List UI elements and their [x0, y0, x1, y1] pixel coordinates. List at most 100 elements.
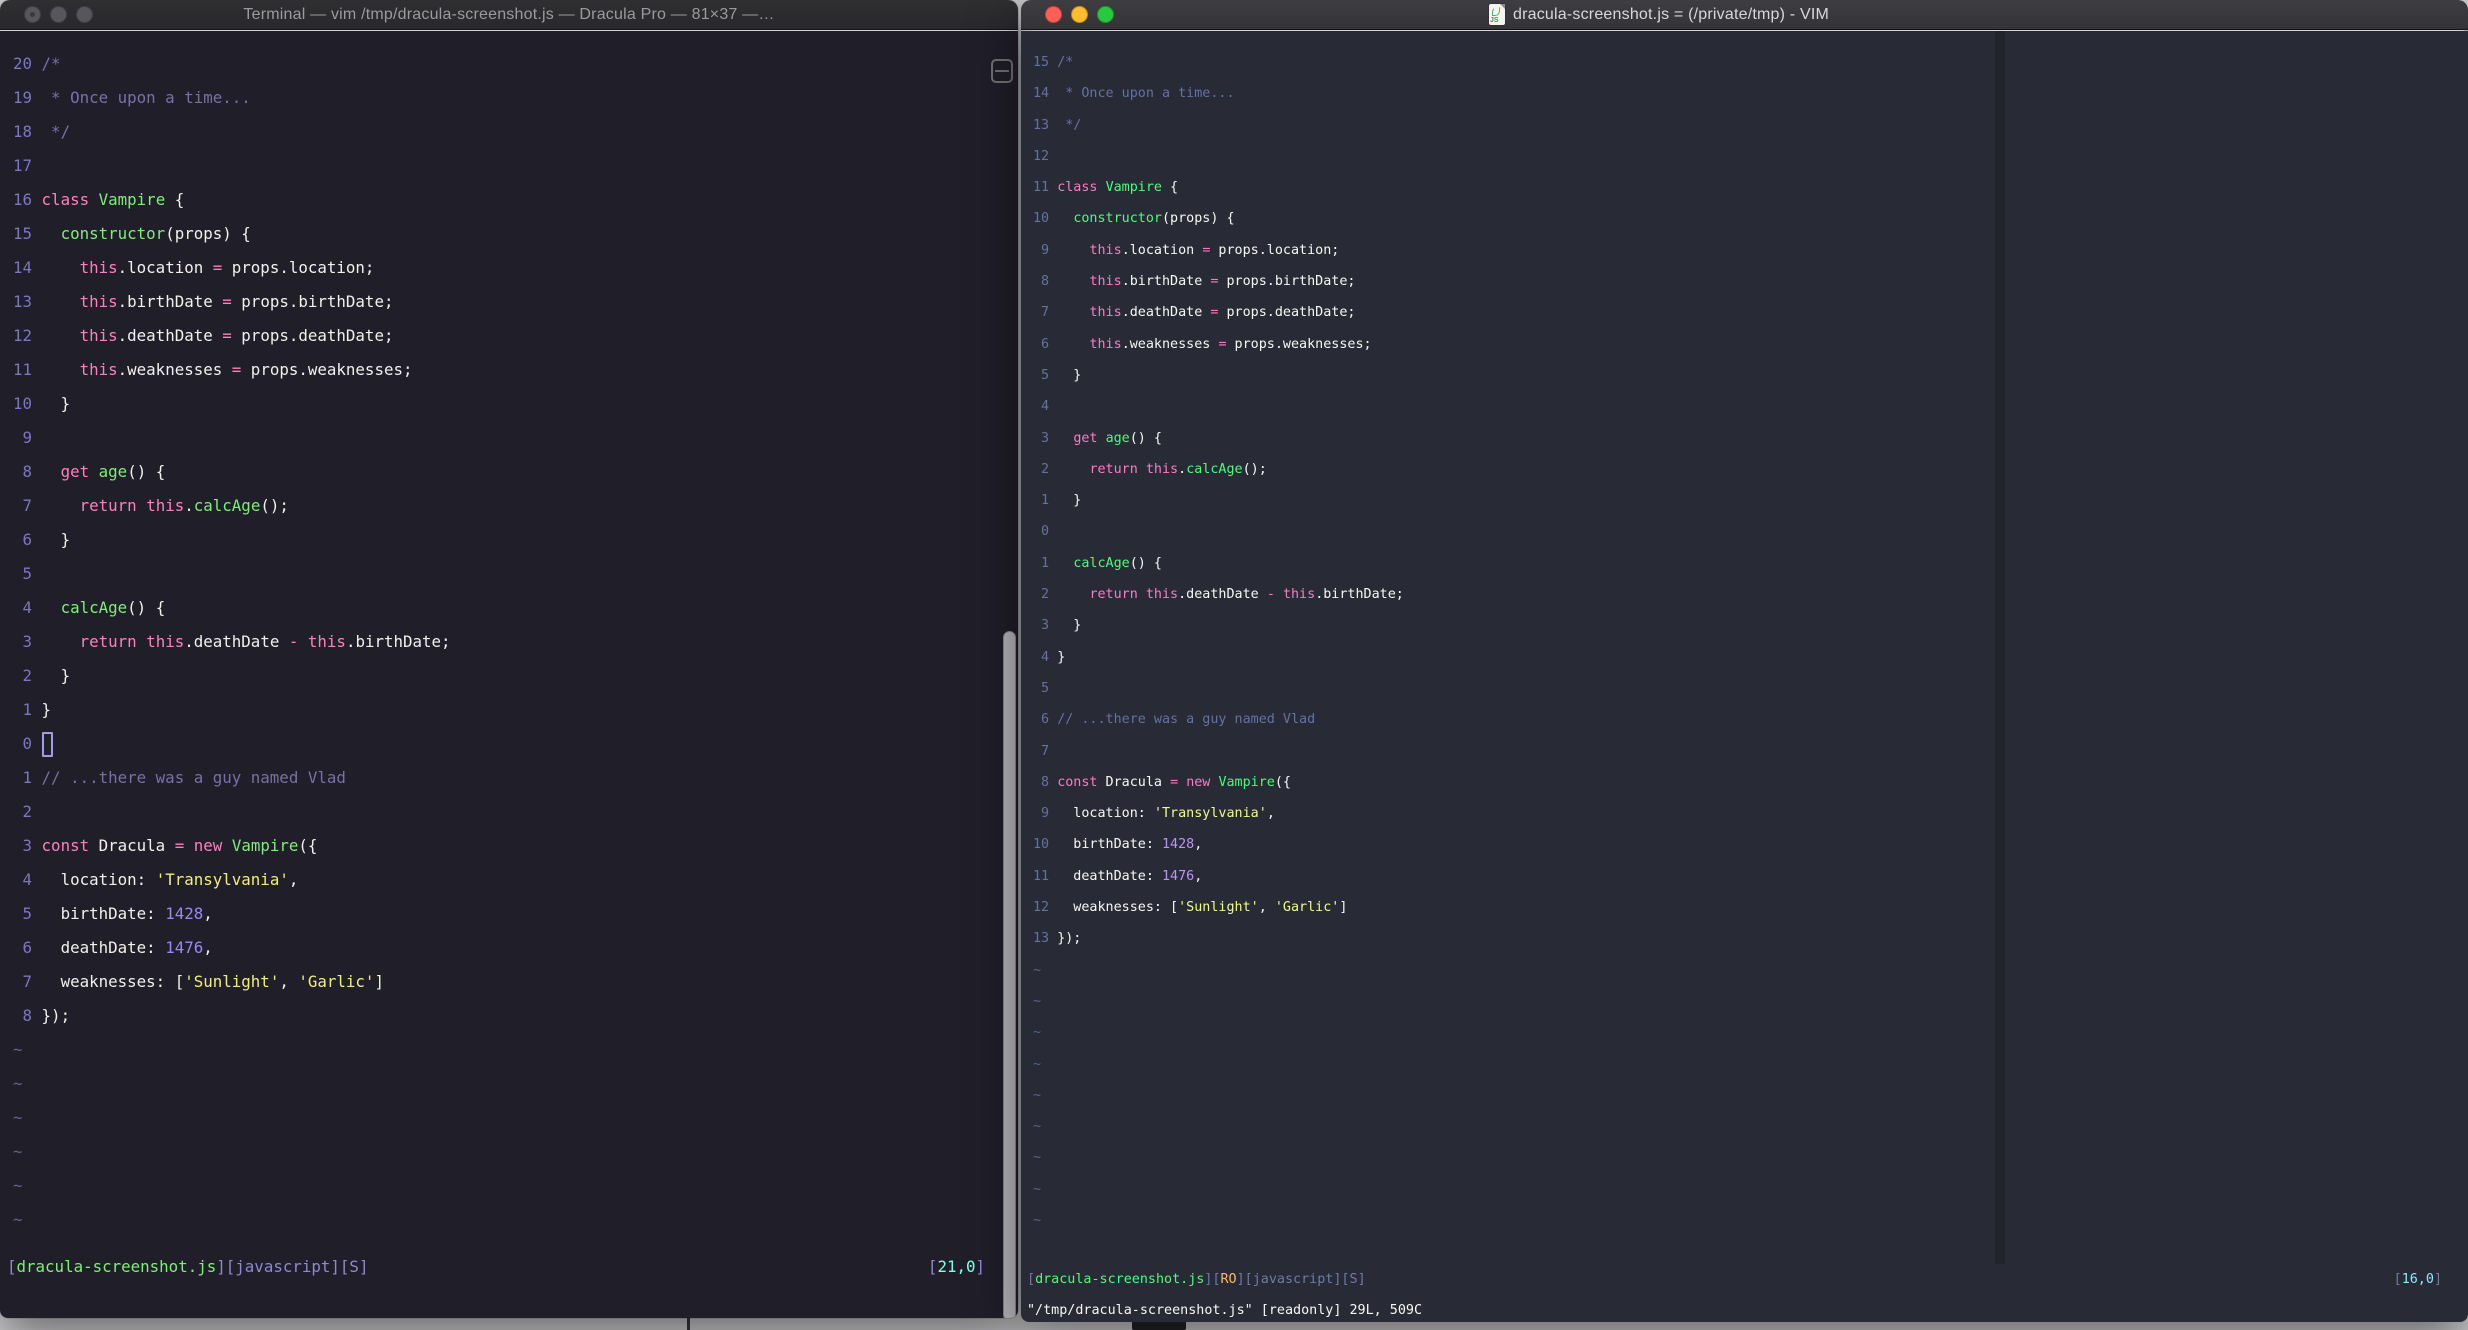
line-number: 3 — [1033, 430, 1058, 446]
code-token: return — [79, 496, 137, 515]
line-number: 4 — [1033, 399, 1058, 415]
code-token: props.weaknesses; — [1226, 336, 1372, 352]
code-token: class — [41, 190, 90, 209]
code-line: 1 } — [1033, 485, 2468, 516]
code-token: const — [1057, 774, 1098, 790]
line-number: 13 — [13, 292, 42, 311]
terminal-pane: 20 /* 19 * Once upon a time... 18 */17 16 … — [0, 31, 1018, 1318]
code-line: 2 return this.calcAge(); — [1033, 454, 2468, 485]
code-token: ][ — [216, 1257, 236, 1276]
code-token: . — [184, 496, 194, 515]
code-token: return — [79, 632, 137, 651]
code-token: .weaknesses — [1121, 336, 1219, 352]
vim-statusline: [dracula-screenshot.js][RO][javascript][… — [1027, 1264, 2442, 1295]
code-line: 20 /* — [13, 47, 1018, 81]
line-number: 12 — [13, 326, 42, 345]
line-number: 12 — [1033, 900, 1058, 916]
line-number: 10 — [1033, 837, 1058, 853]
code-area[interactable]: 15 /* 14 * Once upon a time... 13 */12 11 … — [1021, 31, 2468, 1236]
code-token: Vampire — [98, 190, 166, 209]
code-line: 12 this.deathDate = props.deathDate; — [13, 319, 1018, 353]
code-token: ][ — [1333, 1272, 1350, 1287]
code-token: weaknesses: [ — [41, 972, 185, 991]
line-number: 8 — [1033, 274, 1058, 290]
code-token: 'Garlic' — [298, 972, 375, 991]
terminal-titlebar[interactable]: Terminal — vim /tmp/dracula-screenshot.j… — [0, 0, 1018, 30]
line-number: 3 — [13, 836, 42, 855]
line-number: 9 — [13, 428, 42, 447]
code-token: } — [1057, 493, 1082, 509]
window-title: Terminal — vim /tmp/dracula-screenshot.j… — [243, 5, 775, 23]
code-area[interactable]: 20 /* 19 * Once upon a time... 18 */17 16 … — [0, 31, 1018, 1237]
vim-window: JS dracula-screenshot.js = (/private/tmp… — [1021, 0, 2468, 1322]
code-line: 6 deathDate: 1476, — [13, 931, 1018, 965]
code-token: .birthDate — [117, 292, 223, 311]
line-number: 6 — [13, 938, 42, 957]
vim-titlebar[interactable]: JS dracula-screenshot.js = (/private/tmp… — [1021, 0, 2468, 30]
code-line: 13 }); — [1033, 923, 2468, 954]
line-number: 10 — [13, 394, 42, 413]
empty-line-tilde: ~ — [1033, 1087, 1042, 1103]
code-token: calcAge — [193, 496, 261, 515]
code-line: 9 location: 'Transylvania', — [1033, 798, 2468, 829]
line-number: 6 — [1033, 712, 1058, 728]
code-token: } — [41, 666, 71, 685]
code-line: 15 constructor(props) { — [13, 217, 1018, 251]
scrollbar-thumb[interactable] — [1003, 631, 1016, 1318]
code-line: 8 }); — [13, 999, 1018, 1033]
line-number: 14 — [1033, 86, 1058, 102]
code-token: 'Garlic' — [1274, 900, 1340, 916]
line-number: 17 — [13, 156, 42, 175]
code-line: 7 this.deathDate = props.deathDate; — [1033, 297, 2468, 328]
code-token: deathDate: — [41, 938, 166, 957]
code-line: 10 } — [13, 387, 1018, 421]
code-token: [ — [927, 1257, 938, 1276]
code-token: S — [349, 1257, 359, 1276]
line-number: 5 — [13, 904, 42, 923]
js-file-icon: JS — [1489, 4, 1505, 25]
close-button[interactable] — [1045, 6, 1062, 23]
line-number: 6 — [1033, 336, 1058, 352]
line-number: 8 — [13, 1006, 42, 1025]
code-token: 'Sunlight' — [184, 972, 280, 991]
code-token: ][ — [1236, 1272, 1253, 1287]
code-token: calcAge — [1073, 555, 1130, 571]
code-token: [ — [7, 1257, 17, 1276]
code-token: ] — [2433, 1272, 2442, 1287]
vim-cursor — [41, 732, 53, 757]
code-token: this — [1282, 587, 1316, 603]
code-token: ][ — [1204, 1272, 1221, 1287]
code-token: constructor — [60, 224, 166, 243]
empty-line-tilde: ~ — [13, 1108, 23, 1127]
code-token: .location — [1121, 242, 1203, 258]
line-number: 8 — [1033, 774, 1058, 790]
code-line: 12 — [1033, 141, 2468, 172]
split-pane-button[interactable] — [989, 56, 1015, 86]
code-token: props.birthDate; — [1218, 274, 1356, 290]
zoom-button[interactable] — [1097, 6, 1114, 23]
code-token: } — [1057, 367, 1082, 383]
code-line: 13 this.birthDate = props.birthDate; — [13, 285, 1018, 319]
code-token: Dracula — [1097, 774, 1171, 790]
code-token: this — [1089, 242, 1122, 258]
minimize-button[interactable] — [1071, 6, 1088, 23]
terminal-window: Terminal — vim /tmp/dracula-screenshot.j… — [0, 0, 1018, 1318]
empty-line-tilde: ~ — [1033, 1181, 1042, 1197]
line-number: 0 — [13, 734, 42, 753]
code-token: } — [1057, 649, 1066, 665]
line-number: 10 — [1033, 211, 1058, 227]
window-title: dracula-screenshot.js = (/private/tmp) -… — [1513, 5, 1830, 23]
code-token: , — [1194, 868, 1203, 884]
empty-line-tilde: ~ — [13, 1210, 23, 1229]
